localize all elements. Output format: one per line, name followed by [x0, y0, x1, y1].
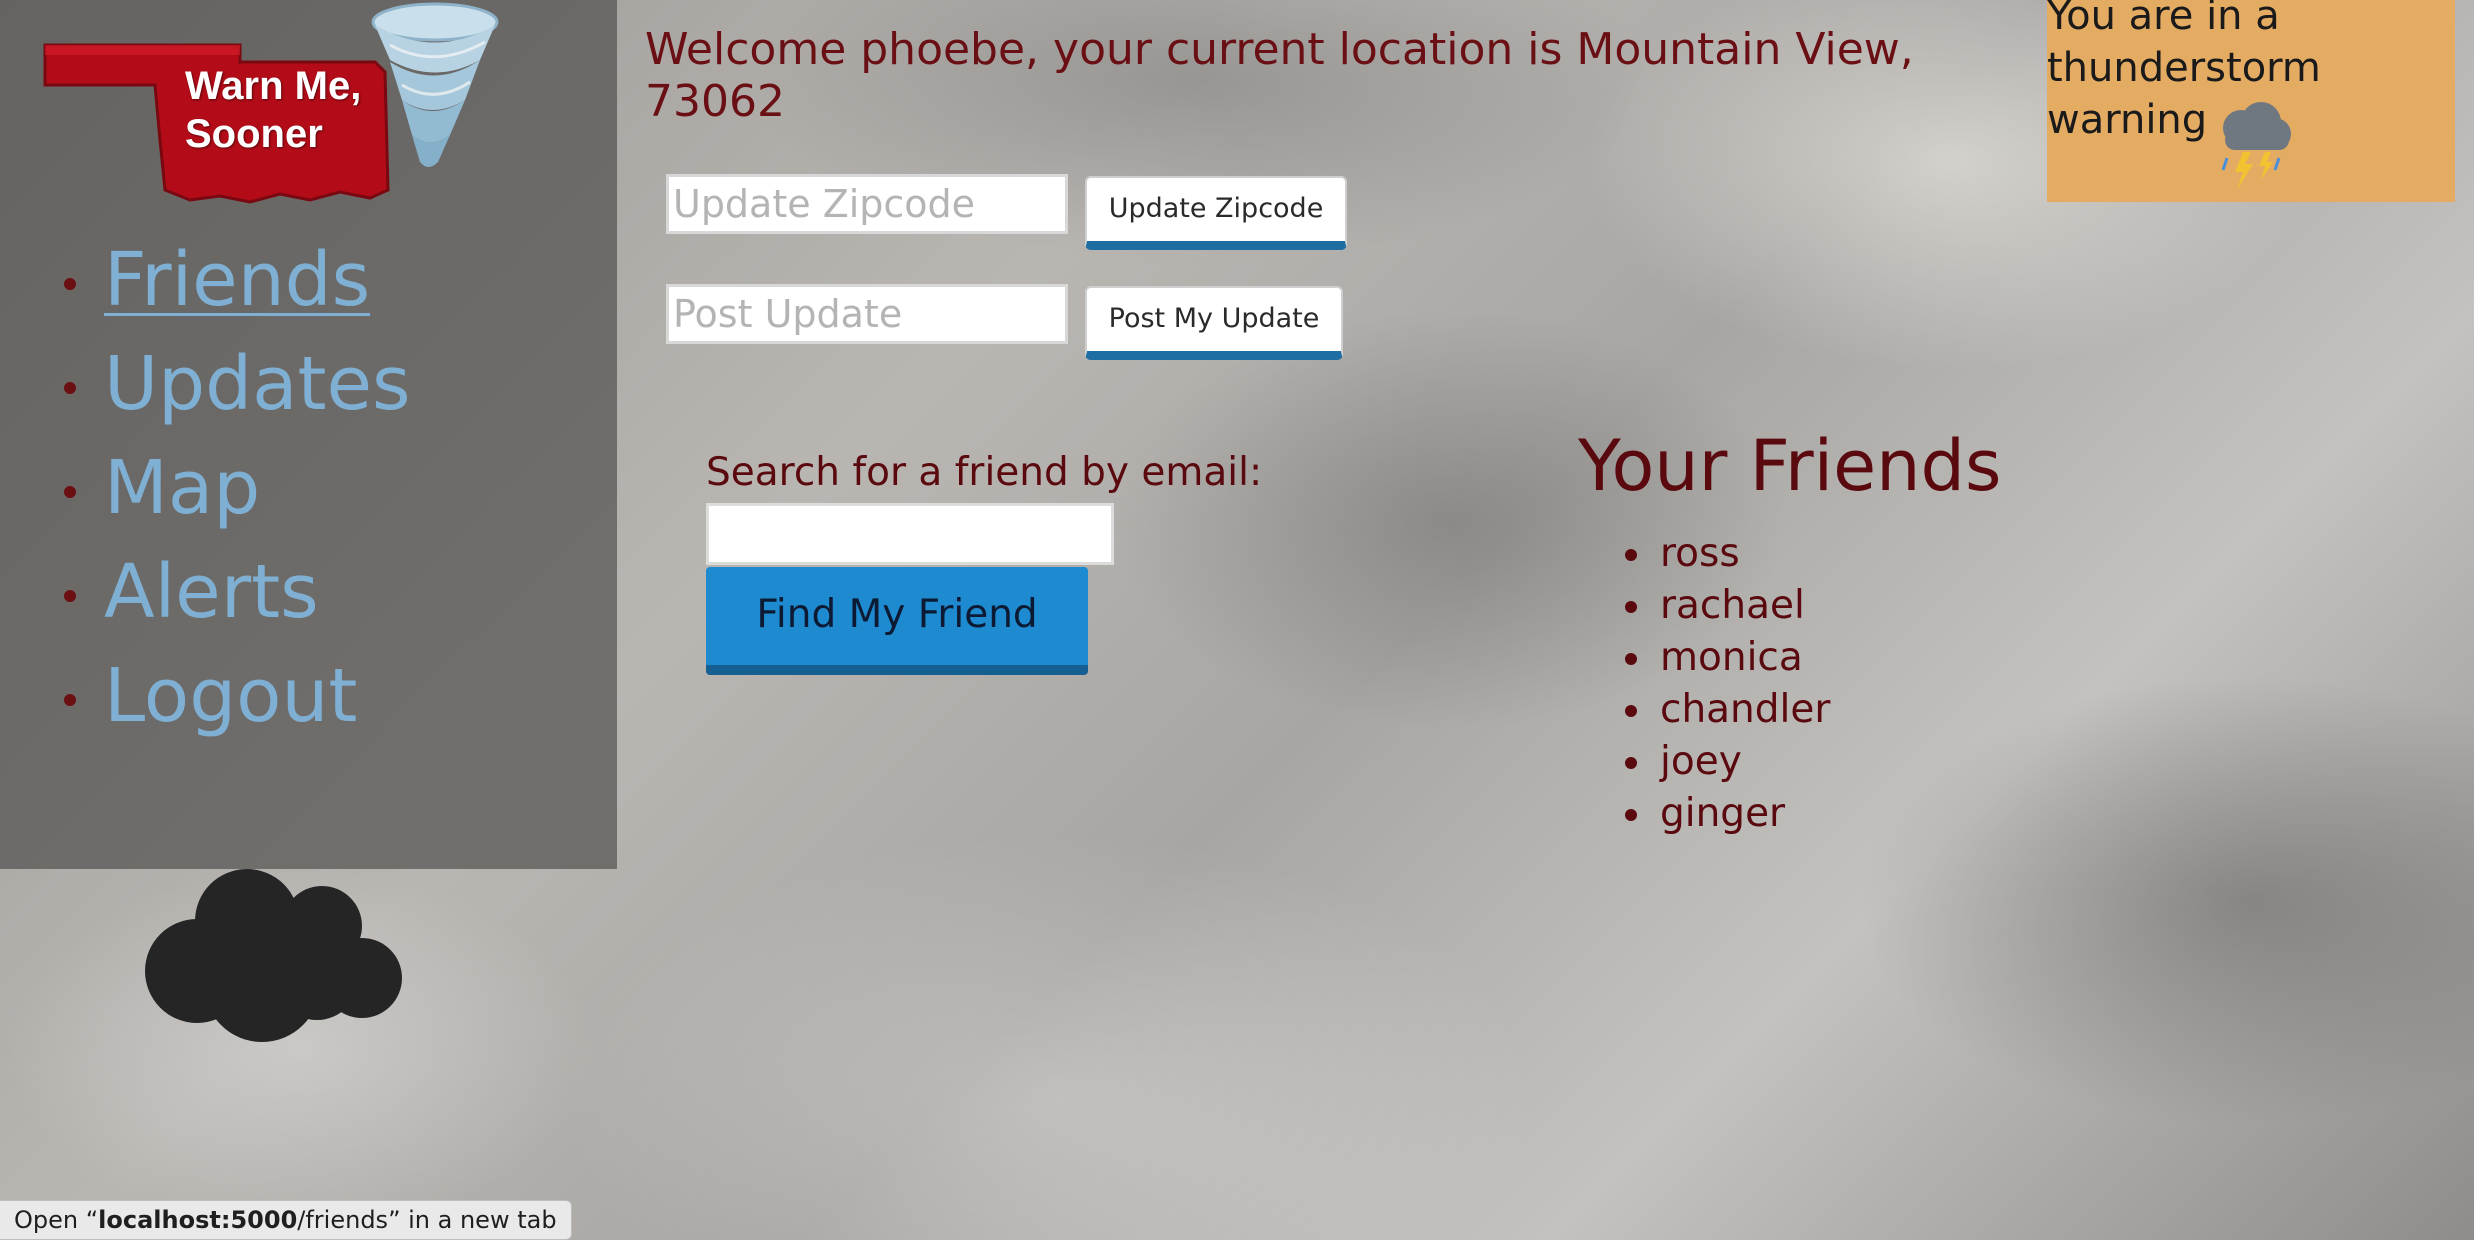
bullet-icon [1625, 809, 1637, 821]
status-path: /friends [297, 1206, 389, 1234]
friend-item: rachael [1578, 580, 1830, 632]
zipcode-input[interactable] [666, 174, 1068, 234]
nav-link-map[interactable]: Map [104, 445, 260, 531]
friend-name: ross [1660, 531, 1740, 576]
bullet-icon [64, 278, 76, 290]
bullet-icon [1625, 601, 1637, 613]
nav-link-updates[interactable]: Updates [104, 341, 411, 427]
nav-item-alerts: Alerts [0, 540, 411, 644]
logo[interactable]: Warn Me, Sooner [40, 0, 540, 220]
friends-heading: Your Friends [1578, 425, 2002, 507]
weather-alert: You are in a thunderstorm warning [2047, 0, 2455, 202]
update-zipcode-button[interactable]: Update Zipcode [1085, 176, 1347, 250]
friend-name: chandler [1660, 687, 1831, 732]
friend-email-input[interactable] [706, 503, 1114, 565]
friend-name: joey [1660, 739, 1742, 784]
bullet-icon [64, 590, 76, 602]
nav-link-alerts[interactable]: Alerts [104, 549, 319, 635]
status-prefix: Open “ [14, 1206, 99, 1234]
nav-item-friends: Friends [0, 228, 411, 332]
friend-item: ginger [1578, 788, 1830, 840]
nav-item-map: Map [0, 436, 411, 540]
friend-item: joey [1578, 736, 1830, 788]
friend-name: ginger [1660, 791, 1786, 836]
bullet-icon [1625, 705, 1637, 717]
find-friend-button[interactable]: Find My Friend [706, 567, 1088, 675]
cloud-icon [145, 869, 402, 1042]
logo-text: Warn Me, Sooner [185, 64, 362, 156]
bullet-icon [64, 382, 76, 394]
friend-item: ross [1578, 528, 1830, 580]
sidebar: Warn Me, Sooner Friends Updates Map Aler… [0, 0, 617, 869]
friend-name: rachael [1660, 583, 1805, 628]
friend-name: monica [1660, 635, 1803, 680]
bullet-icon [1625, 757, 1637, 769]
friends-list: ross rachael monica chandler joey ginger [1578, 528, 1830, 840]
post-update-button[interactable]: Post My Update [1085, 286, 1343, 360]
post-update-input[interactable] [666, 284, 1068, 344]
status-suffix: ” in a new tab [388, 1206, 557, 1234]
bullet-icon [64, 486, 76, 498]
nav-link-friends[interactable]: Friends [104, 237, 370, 323]
friend-item: monica [1578, 632, 1830, 684]
nav-menu: Friends Updates Map Alerts Logout [0, 228, 411, 748]
friend-item: chandler [1578, 684, 1830, 736]
thunderstorm-icon [2221, 102, 2291, 190]
nav-item-logout: Logout [0, 644, 411, 748]
welcome-message: Welcome phoebe, your current location is… [645, 24, 1914, 127]
search-label: Search for a friend by email: [706, 450, 1263, 495]
bullet-icon [1625, 549, 1637, 561]
nav-item-updates: Updates [0, 332, 411, 436]
bullet-icon [64, 694, 76, 706]
status-host: localhost:5000 [98, 1206, 298, 1234]
nav-link-logout[interactable]: Logout [104, 653, 357, 739]
bullet-icon [1625, 653, 1637, 665]
alert-text: You are in a thunderstorm warning [2047, 0, 2321, 143]
browser-status-bar: Open “localhost:5000/friends” in a new t… [0, 1200, 572, 1240]
